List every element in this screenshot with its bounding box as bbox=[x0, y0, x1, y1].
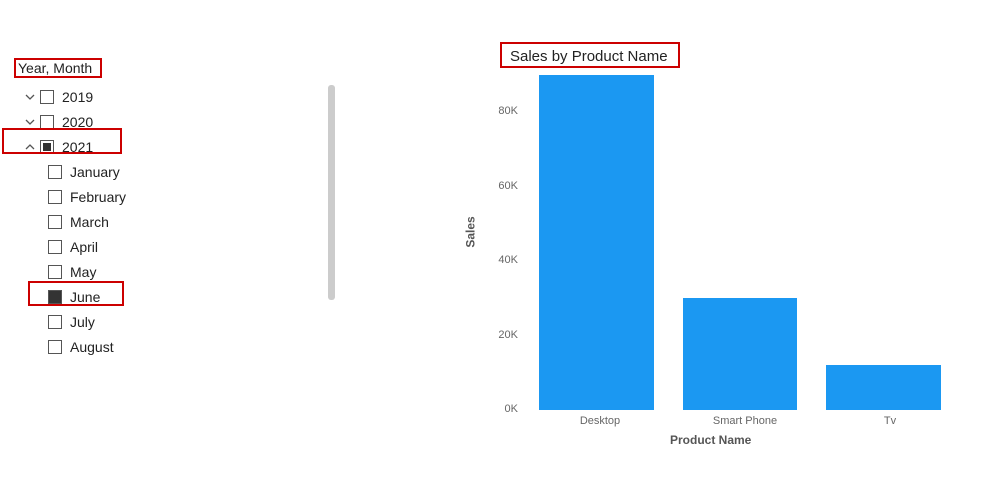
checkbox-2019[interactable] bbox=[40, 90, 54, 104]
x-tick: Smart Phone bbox=[680, 415, 810, 427]
checkbox-february[interactable] bbox=[48, 190, 62, 204]
y-tick: 60K bbox=[488, 180, 518, 192]
checkbox-april[interactable] bbox=[48, 240, 62, 254]
checkbox-june[interactable] bbox=[48, 290, 62, 304]
plot-area bbox=[525, 75, 955, 410]
slicer-month-label: May bbox=[70, 264, 96, 280]
slicer-month-label: April bbox=[70, 239, 98, 255]
chevron-up-icon[interactable] bbox=[22, 139, 38, 155]
y-tick: 40K bbox=[488, 254, 518, 266]
scrollbar[interactable] bbox=[328, 85, 335, 300]
chevron-down-icon[interactable] bbox=[22, 89, 38, 105]
slicer-month-label: March bbox=[70, 214, 109, 230]
checkbox-march[interactable] bbox=[48, 215, 62, 229]
chevron-down-icon[interactable] bbox=[22, 114, 38, 130]
slicer-year-2020[interactable]: 2020 bbox=[18, 109, 340, 134]
chart-title: Sales by Product Name bbox=[510, 48, 668, 65]
chart-panel: Sales by Product Name Sales 0K 20K 40K 6… bbox=[340, 0, 995, 503]
slicer-month-june[interactable]: June bbox=[18, 284, 340, 309]
y-tick: 0K bbox=[488, 403, 518, 415]
slicer-month-february[interactable]: February bbox=[18, 184, 340, 209]
slicer-month-label: July bbox=[70, 314, 95, 330]
bar-smart-phone[interactable] bbox=[683, 298, 798, 410]
checkbox-july[interactable] bbox=[48, 315, 62, 329]
checkbox-2021[interactable] bbox=[40, 140, 54, 154]
slicer-month-march[interactable]: March bbox=[18, 209, 340, 234]
y-axis-label: Sales bbox=[464, 216, 478, 247]
x-tick: Tv bbox=[825, 415, 955, 427]
slicer-month-label: June bbox=[70, 289, 100, 305]
slicer-month-label: August bbox=[70, 339, 114, 355]
x-tick: Desktop bbox=[535, 415, 665, 427]
slicer-month-july[interactable]: July bbox=[18, 309, 340, 334]
checkbox-august[interactable] bbox=[48, 340, 62, 354]
slicer-month-august[interactable]: August bbox=[18, 334, 340, 359]
chart-area: Sales 0K 20K 40K 60K 80K Desktop Smart P… bbox=[480, 75, 960, 445]
checkbox-2020[interactable] bbox=[40, 115, 54, 129]
y-tick: 80K bbox=[488, 105, 518, 117]
y-tick: 20K bbox=[488, 329, 518, 341]
slicer-title: Year, Month bbox=[18, 60, 340, 76]
checkbox-january[interactable] bbox=[48, 165, 62, 179]
slicer-year-2021[interactable]: 2021 bbox=[18, 134, 340, 159]
slicer-month-january[interactable]: January bbox=[18, 159, 340, 184]
slicer-tree: 2019 2020 2021 January February bbox=[18, 84, 340, 359]
slicer-month-april[interactable]: April bbox=[18, 234, 340, 259]
slicer-month-label: January bbox=[70, 164, 120, 180]
x-axis-label: Product Name bbox=[670, 433, 751, 447]
slicer-panel: Year, Month 2019 2020 2021 bbox=[0, 0, 340, 503]
slicer-month-label: February bbox=[70, 189, 126, 205]
slicer-year-2019[interactable]: 2019 bbox=[18, 84, 340, 109]
slicer-year-label: 2021 bbox=[62, 139, 93, 155]
checkbox-may[interactable] bbox=[48, 265, 62, 279]
bar-tv[interactable] bbox=[826, 365, 941, 410]
slicer-year-label: 2020 bbox=[62, 114, 93, 130]
bar-desktop[interactable] bbox=[539, 75, 654, 410]
slicer-month-may[interactable]: May bbox=[18, 259, 340, 284]
slicer-year-label: 2019 bbox=[62, 89, 93, 105]
